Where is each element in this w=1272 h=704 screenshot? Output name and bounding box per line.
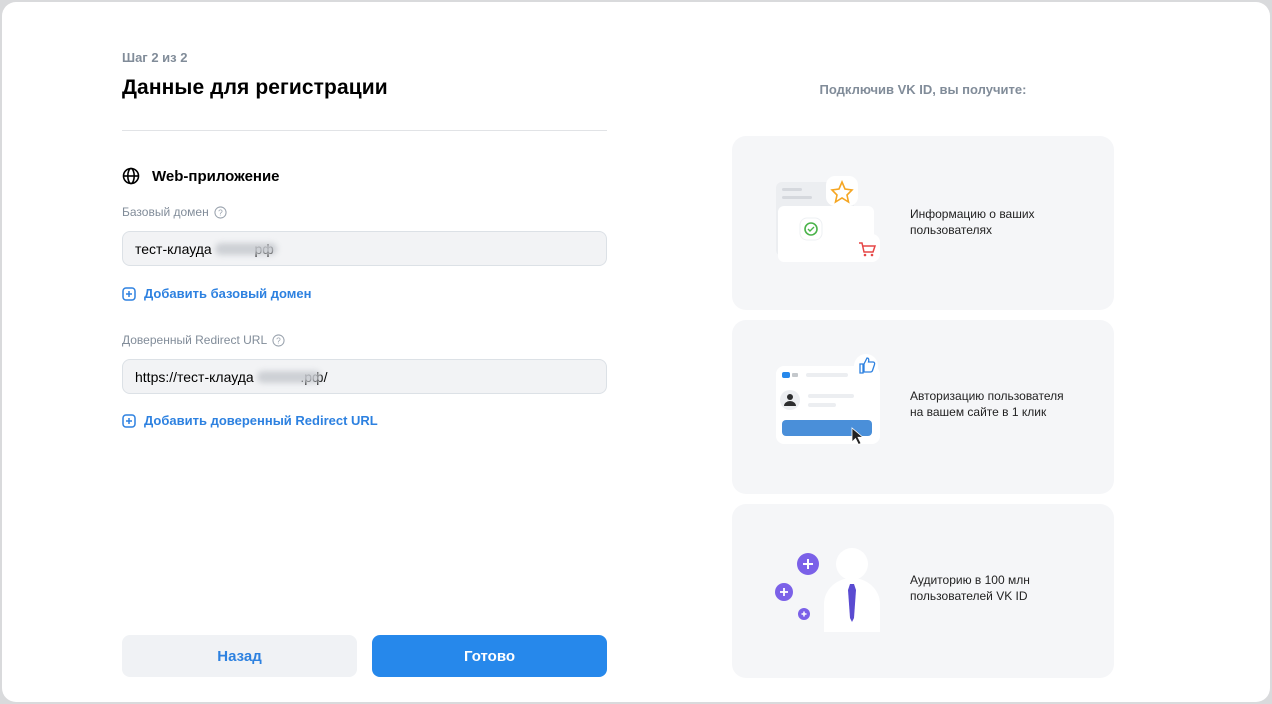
audience-illustration-icon [775,548,880,632]
add-redirect-url-label: Добавить доверенный Redirect URL [144,413,378,428]
base-domain-input-wrap[interactable] [122,231,607,266]
back-button[interactable]: Назад [122,635,357,677]
page-title: Данные для регистрации [122,76,388,99]
registration-card: Шаг 2 из 2 Данные для регистрации Web-пр… [2,2,1270,702]
help-icon[interactable]: ? [272,333,285,347]
plus-square-icon [122,286,136,301]
add-base-domain-link[interactable]: Добавить базовый домен [122,286,312,301]
benefit-line: Информацию о ваших [910,207,1035,221]
folder-illustration-icon [776,176,880,262]
benefit-card-one-click-auth: Авторизацию пользователя на вашем сайте … [732,320,1114,494]
benefit-line: Аудиторию в 100 млн [910,573,1030,587]
svg-text:?: ? [218,207,223,217]
benefits-title: Подключив VK ID, вы получите: [819,82,1027,97]
add-redirect-url-link[interactable]: Добавить доверенный Redirect URL [122,413,378,428]
redirect-url-label: Доверенный Redirect URL ? [122,332,285,348]
redirect-url-input[interactable] [135,368,594,385]
base-domain-label: Базовый домен ? [122,204,227,220]
divider [122,130,607,131]
base-domain-label-text: Базовый домен [122,205,209,219]
benefit-card-user-info: Информацию о ваших пользователях [732,136,1114,310]
section-header: Web-приложение [122,166,280,186]
benefit-text: Авторизацию пользователя на вашем сайте … [910,388,1100,420]
globe-icon [122,167,140,185]
step-indicator: Шаг 2 из 2 [122,50,188,65]
add-base-domain-label: Добавить базовый домен [144,286,312,301]
base-domain-input[interactable] [135,240,594,257]
benefit-card-audience: Аудиторию в 100 млн пользователей VK ID [732,504,1114,678]
section-label: Web-приложение [152,167,280,185]
redacted-blur [215,243,277,255]
plus-square-icon [122,413,136,428]
svg-text:?: ? [276,335,281,345]
benefit-text: Аудиторию в 100 млн пользователей VK ID [910,572,1100,604]
redacted-blur [257,371,321,383]
login-illustration-icon [776,354,880,446]
redirect-url-input-wrap[interactable] [122,359,607,394]
done-button[interactable]: Готово [372,635,607,677]
redirect-url-label-text: Доверенный Redirect URL [122,333,268,347]
benefit-text: Информацию о ваших пользователях [910,206,1100,238]
benefit-line: пользователей VK ID [910,589,1028,603]
benefit-line: на вашем сайте в 1 клик [910,405,1047,419]
benefit-line: Авторизацию пользователя [910,389,1064,403]
help-icon[interactable]: ? [214,205,227,219]
benefit-line: пользователях [910,223,992,237]
